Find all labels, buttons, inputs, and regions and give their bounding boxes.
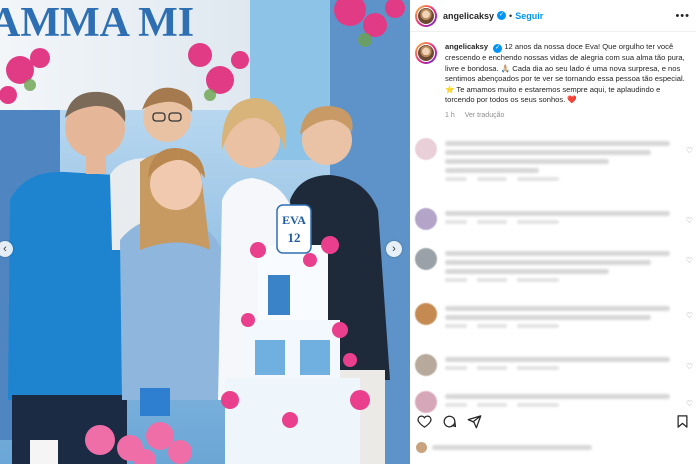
post-photo: AMMA MI EVA 12 ‹ › — [0, 0, 410, 464]
commenter-avatar[interactable] — [415, 138, 437, 160]
caption-avatar[interactable] — [415, 42, 437, 64]
liker-avatar — [416, 442, 427, 453]
author-avatar[interactable] — [415, 4, 437, 27]
post-header: angelicaksy ✓ • Seguir ••• — [410, 0, 696, 32]
comment-body-blurred — [445, 251, 679, 282]
post-caption: angelicaksy ✓ 12 anos da nossa doce Eva!… — [410, 32, 696, 122]
post-actions-bar — [410, 412, 696, 430]
heart-icon — [416, 415, 432, 428]
share-icon — [467, 414, 481, 428]
comment-like-heart-icon[interactable]: ♡ — [686, 216, 693, 225]
see-translation-link[interactable]: Ver tradução — [465, 112, 505, 119]
comment-body-blurred — [445, 141, 679, 181]
like-button[interactable] — [416, 413, 432, 429]
save-button[interactable] — [674, 413, 690, 429]
follow-button[interactable]: Seguir — [515, 11, 543, 21]
more-options-button[interactable]: ••• — [675, 10, 690, 22]
likes-text-blurred — [432, 445, 592, 450]
banner-text: AMMA MI — [0, 0, 194, 46]
comment-like-heart-icon[interactable]: ♡ — [686, 399, 693, 408]
chevron-left-icon: ‹ — [3, 243, 7, 255]
author-username[interactable]: angelicaksy — [443, 11, 494, 21]
post-side-panel: angelicaksy ✓ • Seguir ••• angelicaksy ✓… — [410, 0, 696, 464]
commenter-avatar[interactable] — [415, 354, 437, 376]
comment-body-blurred — [445, 357, 679, 370]
comment-like-heart-icon[interactable]: ♡ — [686, 256, 693, 265]
comment-like-heart-icon[interactable]: ♡ — [686, 362, 693, 371]
verified-badge-icon: ✓ — [497, 11, 507, 20]
caption-username[interactable]: angelicaksy — [445, 42, 488, 51]
commenter-avatar[interactable] — [415, 391, 437, 413]
comment-body-blurred — [445, 306, 679, 328]
comment-body-blurred — [445, 394, 679, 407]
bookmark-icon — [677, 414, 687, 428]
caption-text: 12 anos da nossa doce Eva! Que orgulho t… — [445, 42, 685, 105]
commenter-avatar[interactable] — [415, 303, 437, 325]
comment-like-heart-icon[interactable]: ♡ — [686, 146, 693, 155]
cake-topper-age: 12 — [288, 230, 301, 245]
post-time[interactable]: 1 h — [445, 112, 455, 119]
separator-dot: • — [509, 10, 513, 21]
likes-summary[interactable] — [416, 442, 592, 453]
cake-topper-name: EVA — [282, 213, 306, 227]
verified-badge-icon: ✓ — [493, 44, 503, 53]
comment-body-blurred — [445, 211, 679, 224]
next-image-button[interactable]: › — [386, 241, 402, 257]
comment-button[interactable] — [441, 413, 457, 429]
chevron-right-icon: › — [392, 243, 396, 255]
commenter-avatar[interactable] — [415, 208, 437, 230]
party-scene-illustration: AMMA MI EVA 12 — [0, 0, 410, 464]
share-button[interactable] — [466, 413, 482, 429]
commenter-avatar[interactable] — [415, 248, 437, 270]
comment-icon — [443, 415, 456, 427]
comment-like-heart-icon[interactable]: ♡ — [686, 311, 693, 320]
